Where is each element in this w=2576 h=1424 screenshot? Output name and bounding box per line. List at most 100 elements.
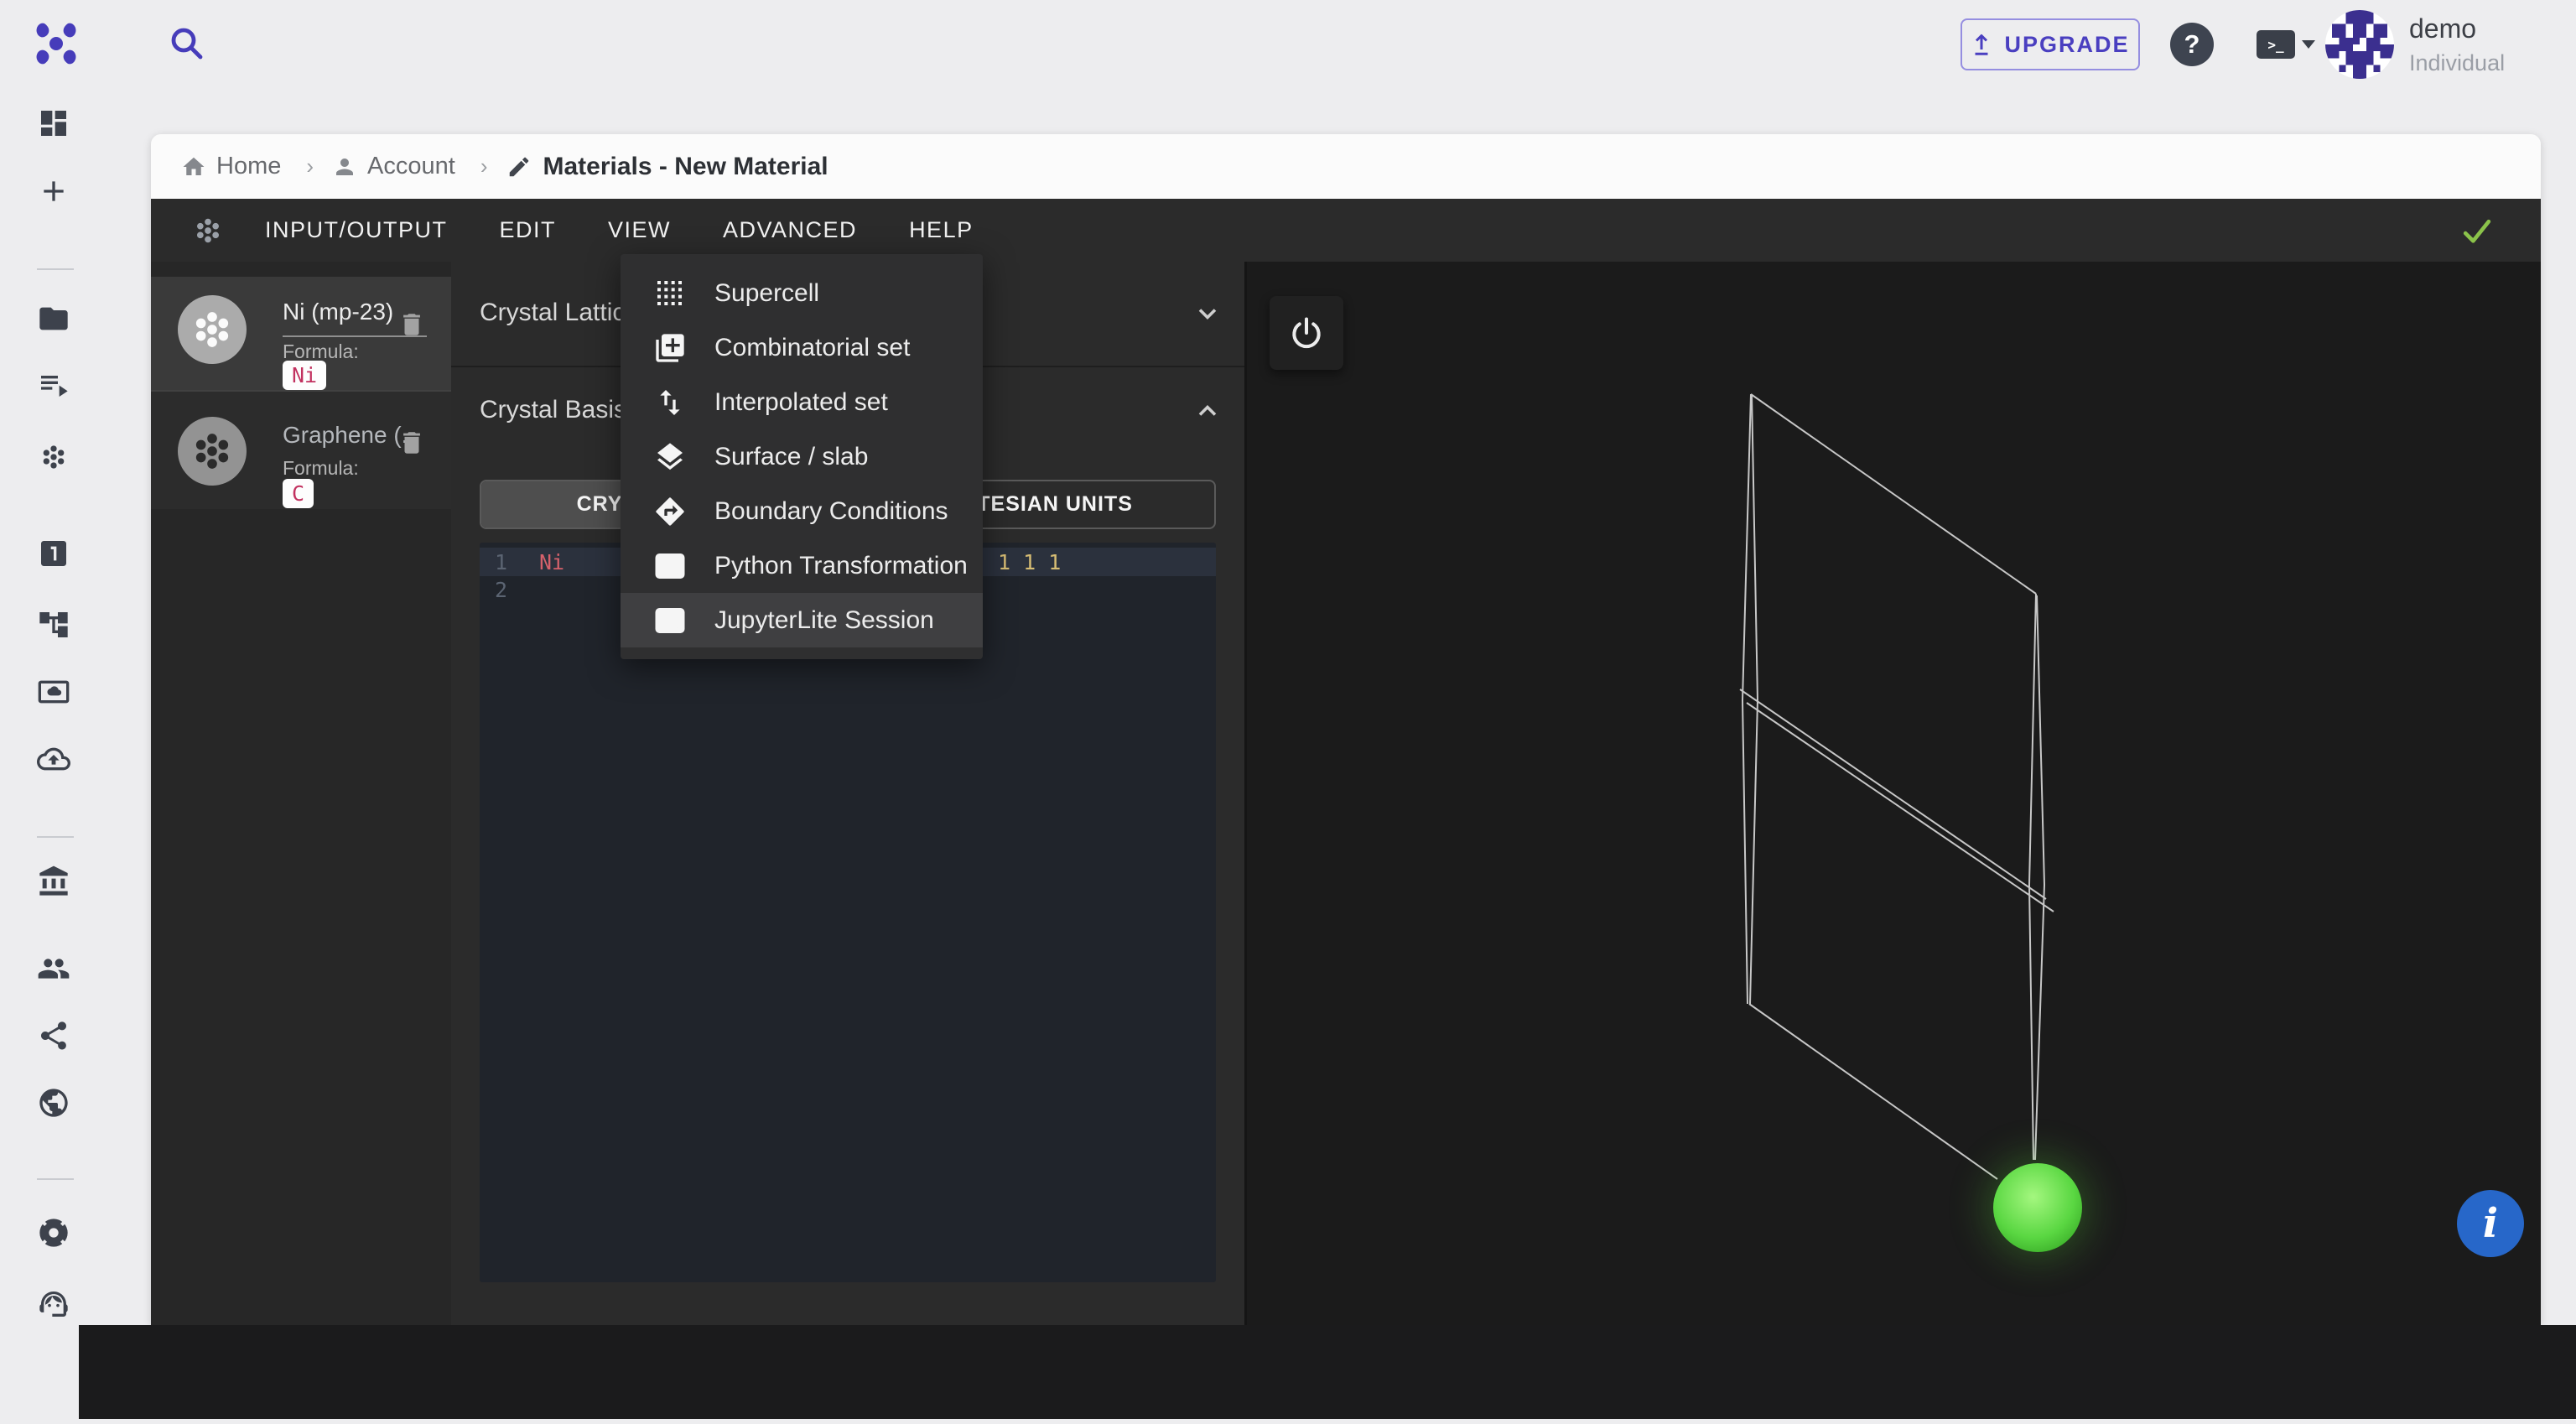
menu-help[interactable]: HELP <box>909 217 974 243</box>
folder-icon <box>39 307 68 330</box>
terminal-icon <box>652 548 688 584</box>
menu-input-output[interactable]: INPUT/OUTPUT <box>265 217 448 243</box>
molecule-icon <box>196 218 220 242</box>
line-number: 2 <box>495 578 508 602</box>
breadcrumb: Home › Account › Materials - New Materia… <box>151 134 2541 199</box>
people-icon <box>38 959 70 979</box>
formula-badge: Ni <box>283 361 327 390</box>
media-cloud-icon <box>38 680 70 704</box>
editor-token-flags: 1 1 1 <box>998 550 1062 574</box>
sidebar-item-support[interactable] <box>37 1287 70 1321</box>
formula-label: Formula: <box>283 340 359 362</box>
menu-advanced[interactable]: ADVANCED <box>723 217 857 243</box>
sidebar-item-uploads[interactable] <box>37 742 70 776</box>
sidebar-item-create[interactable] <box>37 174 70 208</box>
terminal-icon: >_ <box>2257 30 2295 59</box>
sidebar-item-teams[interactable] <box>37 952 70 985</box>
menu-item-surface-slab[interactable]: Surface / slab <box>621 429 983 484</box>
cloud-upload-icon <box>37 747 70 771</box>
console-menu-button[interactable]: >_ <box>2257 30 2315 59</box>
directions-icon <box>652 494 688 529</box>
sidebar-item-materials[interactable] <box>37 440 70 474</box>
content-row: Ni (mp-23) Formula: Ni Graphene (... For… <box>151 262 2541 1325</box>
search-button[interactable] <box>167 23 207 64</box>
sidebar-item-public[interactable] <box>37 1086 70 1120</box>
sidebar-item-bank[interactable] <box>37 865 70 898</box>
breadcrumb-account[interactable]: Account <box>367 153 455 180</box>
check-icon <box>2463 219 2491 243</box>
sidebar-item-help[interactable] <box>37 1216 70 1250</box>
menu-item-combinatorial-set[interactable]: Combinatorial set <box>621 320 983 375</box>
sidebar-item-single-item[interactable] <box>37 537 70 570</box>
atom-sphere <box>1993 1163 2082 1252</box>
looks-one-icon <box>41 541 66 566</box>
viewer-power-button[interactable] <box>1270 296 1343 370</box>
menu-item-label: Python Transformation <box>714 551 968 579</box>
crystal-basis-header[interactable]: Crystal Basis <box>480 396 626 424</box>
upgrade-button[interactable]: UPGRADE <box>1961 18 2140 70</box>
material-avatar <box>178 417 247 486</box>
material-item-graphene[interactable]: Graphene (... Formula: C <box>151 392 451 509</box>
sidebar-item-dashboard[interactable] <box>37 107 70 140</box>
supercell-grid-icon <box>652 276 688 311</box>
menu-item-boundary-conditions[interactable]: Boundary Conditions <box>621 484 983 538</box>
identicon <box>2325 10 2394 79</box>
trash-icon[interactable] <box>397 309 426 340</box>
dashboard-icon <box>41 111 66 136</box>
power-icon <box>1292 317 1321 349</box>
material-3d-viewer[interactable]: i <box>1244 262 2541 1325</box>
help-button[interactable]: ? <box>2170 23 2214 66</box>
add-icon <box>44 181 64 201</box>
user-name: demo <box>2409 13 2477 44</box>
user-avatar[interactable] <box>2325 10 2394 79</box>
material-avatar <box>178 295 247 364</box>
advanced-dropdown-menu: Supercell Combinatorial set Interpolated… <box>621 254 983 659</box>
sidebar-item-sharing[interactable] <box>37 1019 70 1052</box>
person-icon <box>336 158 354 175</box>
sidebar-item-media[interactable] <box>37 675 70 709</box>
editor-menubar: INPUT/OUTPUT EDIT VIEW ADVANCED HELP <box>151 199 2541 262</box>
swap-vertical-icon <box>652 385 688 420</box>
material-item-ni[interactable]: Ni (mp-23) Formula: Ni <box>151 277 451 390</box>
crystal-lattice-header[interactable]: Crystal Lattice <box>480 299 639 327</box>
bank-icon <box>39 865 68 896</box>
sidebar-item-projects[interactable] <box>37 302 70 335</box>
jobs-list-icon <box>41 376 68 397</box>
menu-item-interpolated-set[interactable]: Interpolated set <box>621 375 983 429</box>
account-tree-icon <box>39 612 68 637</box>
sidebar-item-workflows[interactable] <box>37 608 70 642</box>
rail-divider <box>37 1178 74 1180</box>
menu-view[interactable]: VIEW <box>608 217 671 243</box>
mat3ra-logo[interactable] <box>33 20 80 67</box>
menu-item-label: JupyterLite Session <box>714 605 934 634</box>
viewer-info-button[interactable]: i <box>2457 1190 2524 1257</box>
materials-molecule-icon <box>43 445 65 469</box>
rail-divider <box>37 268 74 270</box>
chevron-up-icon[interactable] <box>1192 396 1223 426</box>
help-question-icon: ? <box>2184 29 2200 59</box>
search-icon <box>171 28 203 60</box>
pencil-icon <box>509 157 528 176</box>
formula-badge: C <box>283 479 314 508</box>
info-icon: i <box>2482 1200 2499 1247</box>
menu-item-label: Interpolated set <box>714 387 888 416</box>
trash-icon[interactable] <box>397 427 426 459</box>
menu-item-jupyterlite-session[interactable]: JupyterLite Session <box>621 593 983 647</box>
materials-panel: Ni (mp-23) Formula: Ni Graphene (... For… <box>151 262 451 1325</box>
chevron-down-icon <box>2302 40 2315 49</box>
rail-divider <box>37 836 74 838</box>
chevron-right-icon: › <box>480 153 488 179</box>
menu-item-supercell[interactable]: Supercell <box>621 266 983 320</box>
menu-item-label: Supercell <box>714 278 820 307</box>
chevron-down-icon[interactable] <box>1192 299 1223 329</box>
terminal-icon <box>652 603 688 638</box>
breadcrumb-home[interactable]: Home <box>216 153 281 180</box>
menu-edit[interactable]: EDIT <box>500 217 557 243</box>
upload-arrow-icon <box>1975 34 1988 55</box>
editor-token-atom: Ni <box>539 550 565 574</box>
menu-item-python-transformation[interactable]: Python Transformation <box>621 538 983 593</box>
workbench-footer <box>79 1325 2576 1419</box>
help-wheel-icon <box>39 1219 68 1247</box>
home-icon <box>183 157 205 175</box>
sidebar-item-jobs[interactable] <box>37 367 70 401</box>
